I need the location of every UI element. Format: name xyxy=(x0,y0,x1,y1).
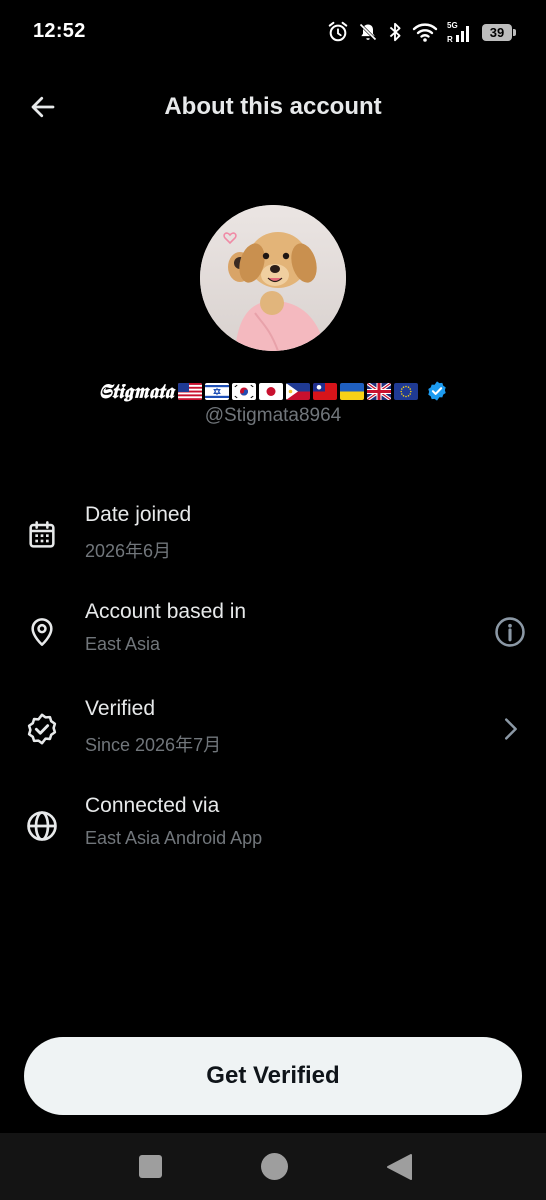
recents-button[interactable] xyxy=(139,1155,162,1178)
philippines-flag-icon xyxy=(285,382,310,400)
profile-handle: @Stigmata8964 xyxy=(204,405,342,426)
korea-flag-icon xyxy=(231,382,256,400)
page-title: About this account xyxy=(164,93,382,120)
row-account-based-in: Account based in East Asia xyxy=(0,600,546,680)
status-time: 12:52 xyxy=(33,20,86,42)
verified-badge-icon[interactable] xyxy=(426,380,448,402)
row-subtitle: East Asia xyxy=(85,634,161,654)
nav-back-button[interactable] xyxy=(386,1153,412,1181)
row-title: Connected via xyxy=(85,794,220,817)
alarm-icon xyxy=(328,21,348,42)
eu-flag-icon xyxy=(393,382,418,400)
taiwan-flag-icon xyxy=(312,382,337,400)
profile-name-row: 𝕾𝖙𝖎𝖌𝖒𝖆𝖙𝖆 xyxy=(0,376,546,406)
verified-badge-icon xyxy=(24,711,60,747)
japan-flag-icon xyxy=(258,382,283,400)
us-flag-icon xyxy=(177,382,202,400)
ukraine-flag-icon xyxy=(339,382,364,400)
row-title: Account based in xyxy=(85,600,247,623)
uk-flag-icon xyxy=(366,382,391,400)
battery-icon: 39 xyxy=(482,23,516,41)
status-icons: 5G R 39 xyxy=(327,19,516,45)
israel-flag-icon xyxy=(204,382,229,400)
signal-icon: 5G R xyxy=(447,21,469,44)
display-name: 𝕾𝖙𝖎𝖌𝖒𝖆𝖙𝖆 xyxy=(98,379,174,403)
puppy-avatar-image xyxy=(200,205,346,351)
system-nav-bar xyxy=(0,1133,546,1200)
row-connected-via: Connected via East Asia Android App xyxy=(0,794,546,874)
row-date-joined: Date joined 2026年6月 xyxy=(0,503,546,583)
row-title: Date joined xyxy=(85,503,192,526)
info-icon[interactable] xyxy=(492,614,528,650)
home-button[interactable] xyxy=(261,1153,288,1180)
location-pin-icon xyxy=(24,614,60,650)
svg-text:R: R xyxy=(447,35,453,44)
status-bar: 12:52 5G R 39 xyxy=(0,0,546,64)
globe-icon xyxy=(24,808,60,844)
row-subtitle: 2026年6月 xyxy=(85,541,172,561)
bluetooth-icon xyxy=(389,22,401,42)
calendar-icon xyxy=(24,517,60,553)
avatar[interactable] xyxy=(200,205,346,351)
chevron-right-icon[interactable] xyxy=(492,711,528,747)
row-subtitle: Since 2026年7月 xyxy=(85,735,222,755)
bell-off-icon xyxy=(359,23,377,41)
battery-level: 39 xyxy=(489,24,505,40)
row-title: Verified xyxy=(85,697,156,720)
get-verified-button[interactable]: Get Verified xyxy=(24,1037,522,1115)
row-verified[interactable]: Verified Since 2026年7月 xyxy=(0,697,546,777)
flag-emoji-list xyxy=(177,382,418,400)
wifi-icon xyxy=(412,23,438,42)
svg-text:5G: 5G xyxy=(447,21,458,30)
row-subtitle: East Asia Android App xyxy=(85,828,263,848)
